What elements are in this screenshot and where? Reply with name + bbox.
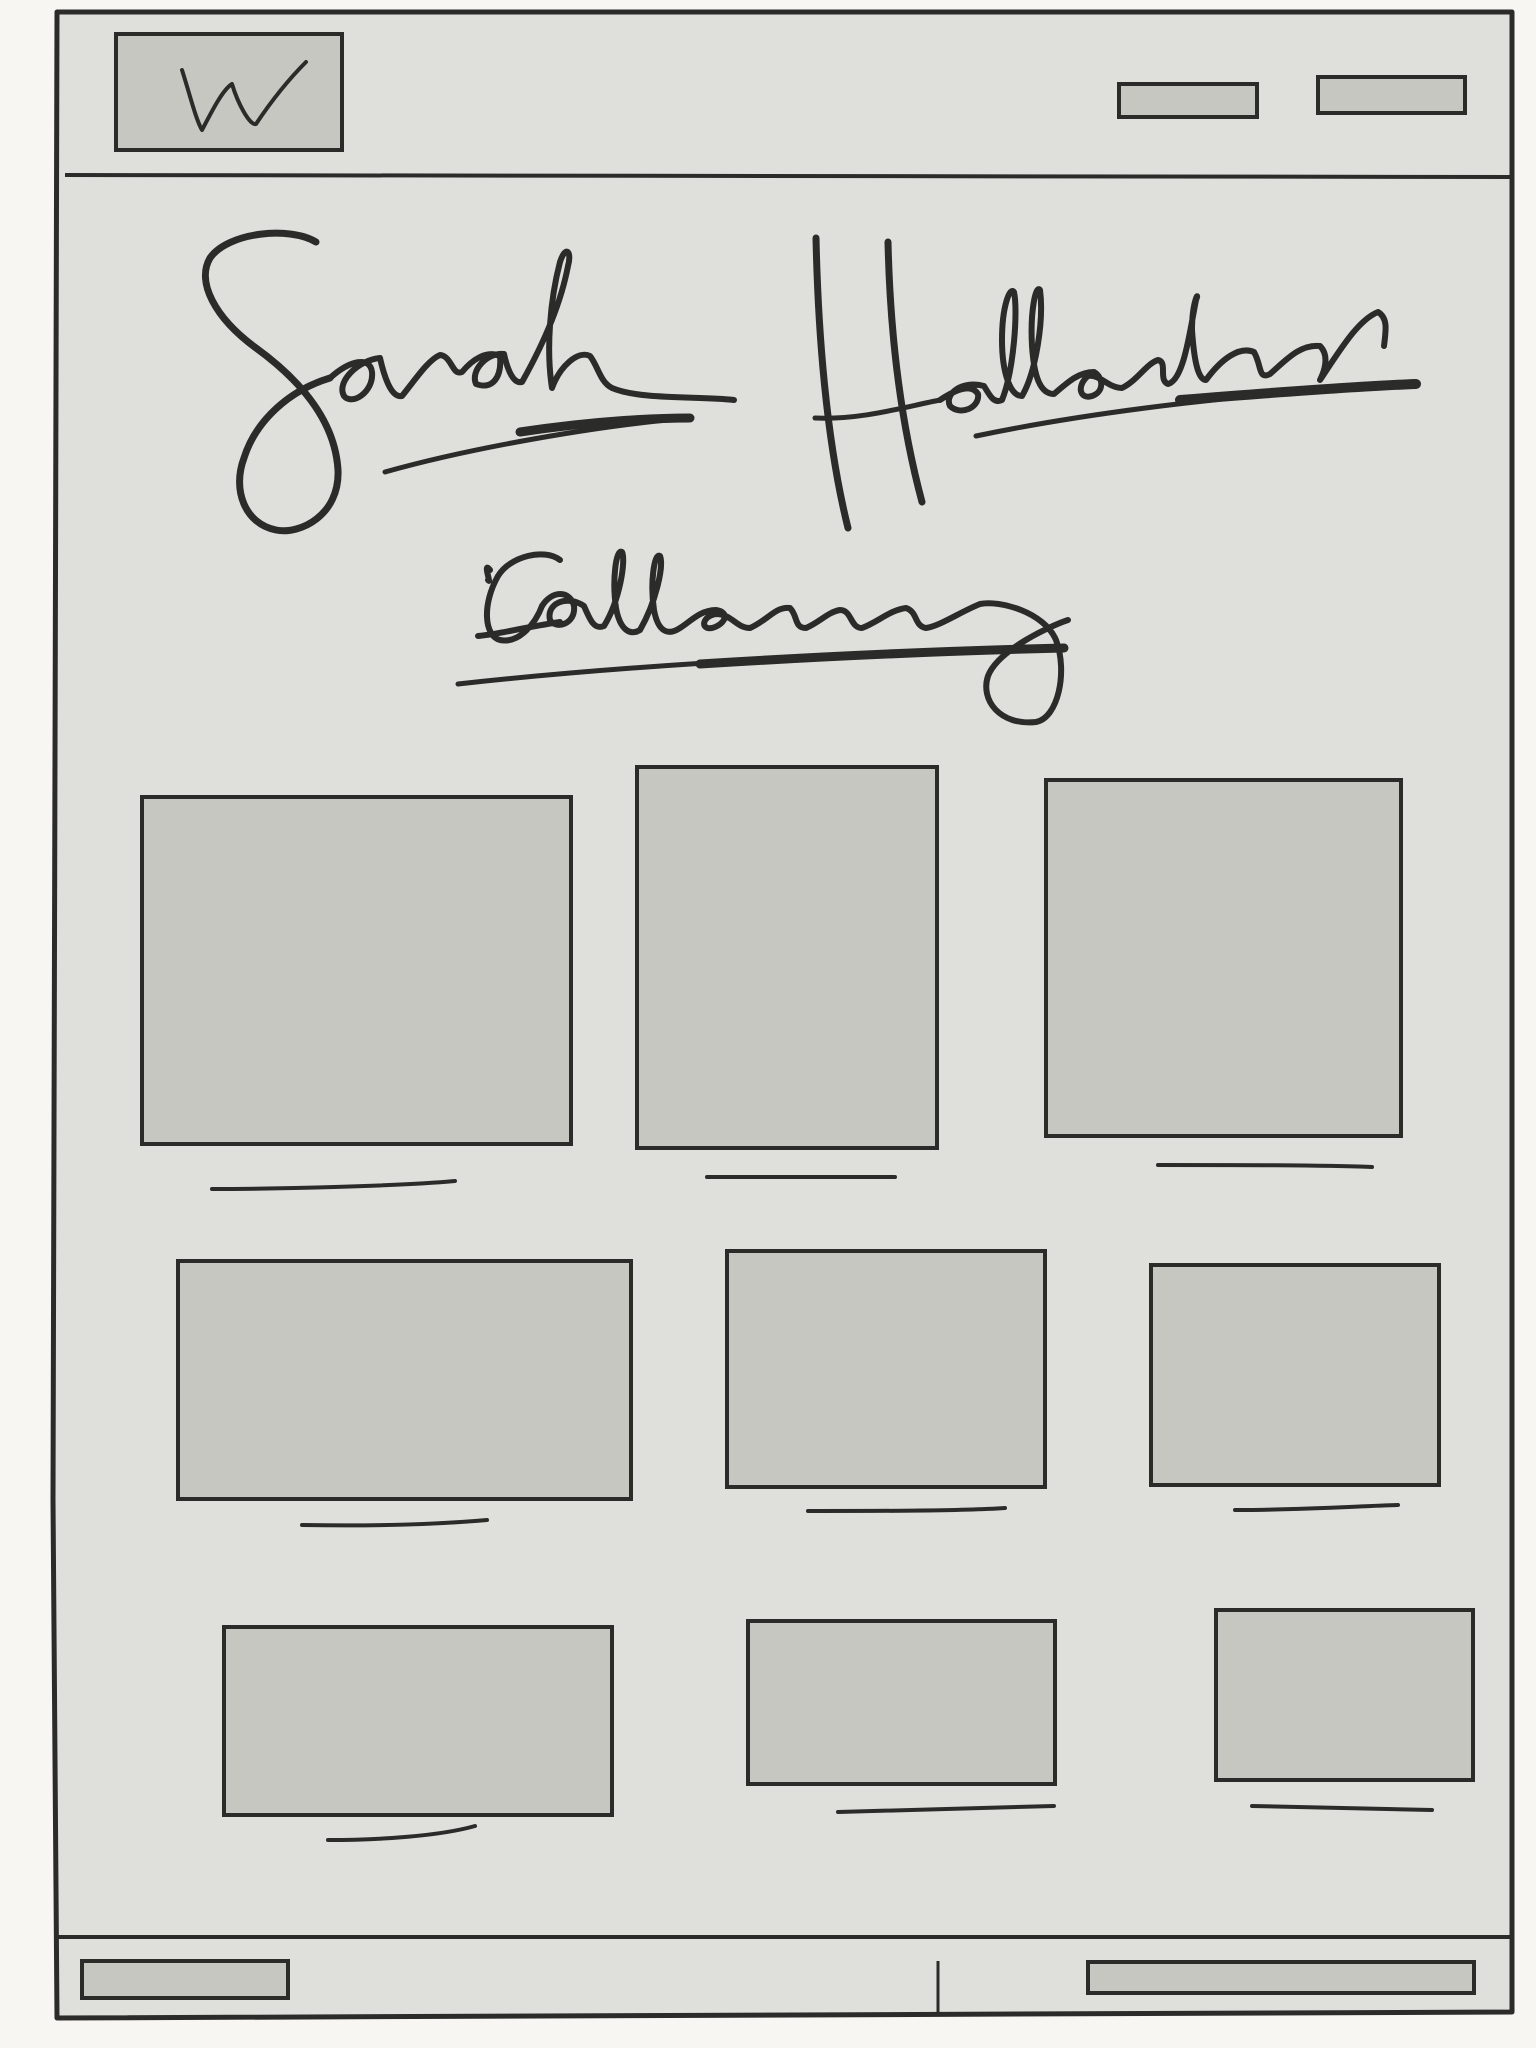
gallery-grid [140, 765, 1475, 1842]
gallery-tile-3[interactable] [1044, 778, 1403, 1169]
image-placeholder [176, 1259, 633, 1501]
image-placeholder [1044, 778, 1403, 1138]
image-placeholder [746, 1619, 1057, 1786]
nav-link-1[interactable] [1117, 82, 1259, 119]
gallery-tile-7[interactable] [222, 1625, 614, 1842]
image-placeholder [725, 1249, 1047, 1489]
image-placeholder [1149, 1263, 1441, 1487]
sketch-canvas: W Sarah Hallachen Gallery [0, 0, 1536, 2048]
footer-link-left[interactable] [80, 1959, 290, 2000]
gallery-tile-1[interactable] [140, 795, 573, 1191]
header-divider [64, 173, 1513, 179]
title-text: Sarah Hallachen [752, 358, 769, 361]
gallery-tile-4[interactable] [176, 1259, 633, 1528]
gallery-tile-9[interactable] [1214, 1608, 1475, 1812]
image-placeholder [1214, 1608, 1475, 1782]
gallery-tile-6[interactable] [1149, 1263, 1441, 1512]
gallery-tile-2[interactable] [635, 765, 939, 1180]
gallery-tile-5[interactable] [725, 1249, 1047, 1513]
image-placeholder [222, 1625, 614, 1817]
logo-button[interactable]: W [114, 32, 344, 152]
caption-line [1156, 1163, 1374, 1169]
nav-link-2[interactable] [1316, 75, 1467, 115]
gallery-tile-8[interactable] [746, 1619, 1057, 1814]
footer-link-right[interactable] [1086, 1960, 1476, 1995]
image-placeholder [140, 795, 573, 1146]
logo-box [114, 32, 344, 152]
image-placeholder [635, 765, 939, 1150]
subtitle-text: Gallery [756, 618, 764, 621]
logo-letter: W [229, 104, 231, 106]
